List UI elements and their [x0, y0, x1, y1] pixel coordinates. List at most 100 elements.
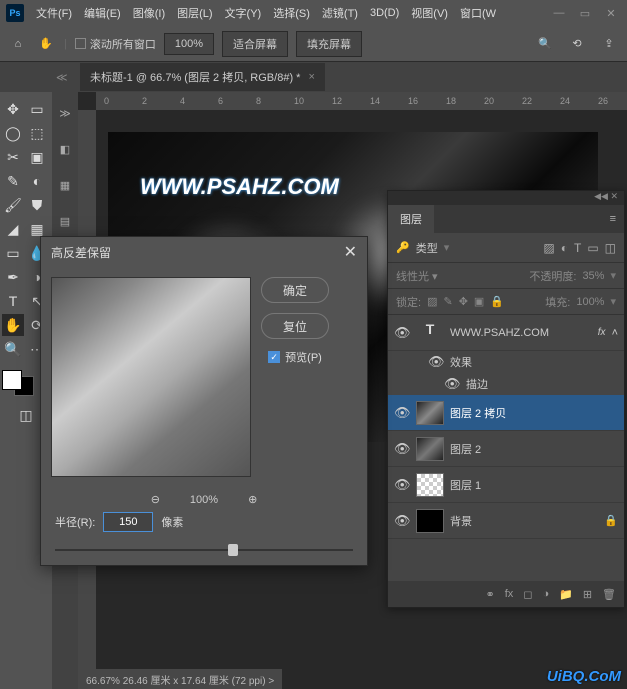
move-tool[interactable]: ✥	[2, 98, 24, 120]
document-title: 未标题-1 @ 66.7% (图层 2 拷贝, RGB/8#) *	[90, 69, 300, 85]
stamp-tool[interactable]: ⛊	[26, 194, 48, 216]
filter-adjust-icon[interactable]: ◐	[561, 241, 568, 255]
fx-stroke-row[interactable]: 👁 描边	[388, 373, 624, 395]
quickmask-icon[interactable]: ◫	[15, 404, 37, 426]
fill-screen-button[interactable]: 填充屏幕	[296, 31, 362, 57]
lock-artboard-icon[interactable]: ▣	[474, 295, 484, 308]
color-swatches[interactable]	[2, 370, 34, 396]
menu-filter[interactable]: 滤镜(T)	[316, 5, 364, 21]
layer-list: 👁 T WWW.PSAHZ.COM fx ˄ 👁 效果 👁 描边 👁 图层 2 …	[388, 315, 624, 539]
maximize-icon[interactable]: ▭	[579, 7, 591, 19]
layer-row[interactable]: 👁 图层 2	[388, 431, 624, 467]
fill-value[interactable]: 100%	[576, 296, 604, 308]
visibility-icon[interactable]: 👁	[394, 477, 410, 493]
menu-select[interactable]: 选择(S)	[267, 5, 316, 21]
visibility-icon[interactable]: 👁	[394, 405, 410, 421]
tab-close-icon[interactable]: ×	[308, 71, 314, 83]
panel-tab-layers[interactable]: 图层	[388, 205, 434, 233]
fill-label: 填充:	[545, 294, 570, 310]
foreground-color[interactable]	[2, 370, 22, 390]
fx-icon[interactable]: fx	[505, 588, 514, 600]
dialog-close-icon[interactable]: ✕	[344, 242, 357, 262]
mask-icon[interactable]: ◻	[523, 588, 532, 601]
kind-select[interactable]: 类型	[416, 240, 438, 256]
zoom-out-icon[interactable]: ⊖	[151, 493, 160, 506]
link-layers-icon[interactable]: ⚭	[486, 588, 495, 601]
delete-icon[interactable]: 🗑	[602, 588, 616, 601]
filter-shape-icon[interactable]: ▭	[587, 241, 598, 255]
blend-mode-select[interactable]: 线性光 ▾	[396, 268, 523, 284]
fit-screen-button[interactable]: 适合屏幕	[222, 31, 288, 57]
visibility-icon[interactable]: 👁	[394, 441, 410, 457]
menu-file[interactable]: 文件(F)	[30, 5, 78, 21]
menu-type[interactable]: 文字(Y)	[219, 5, 268, 21]
menu-layer[interactable]: 图层(L)	[171, 5, 218, 21]
search-icon[interactable]: 🔍	[535, 34, 555, 54]
shape-tool[interactable]: ▭	[2, 242, 24, 264]
menu-view[interactable]: 视图(V)	[405, 5, 454, 21]
layers-icon[interactable]: ▤	[54, 210, 76, 232]
visibility-icon[interactable]: 👁	[394, 513, 410, 529]
close-icon[interactable]: ✕	[605, 7, 617, 19]
marquee-tool[interactable]: ▭	[26, 98, 48, 120]
filter-pixel-icon[interactable]: ▨	[543, 241, 554, 255]
fx-badge[interactable]: fx	[598, 327, 606, 338]
new-layer-icon[interactable]: ⊞	[583, 588, 592, 601]
wand-tool[interactable]: ⬚	[26, 122, 48, 144]
dock-expand-icon[interactable]: ≫	[54, 102, 76, 124]
visibility-icon[interactable]: 👁	[444, 376, 460, 392]
frame-tool[interactable]: ▣	[26, 146, 48, 168]
opacity-value[interactable]: 35%	[582, 270, 604, 282]
filter-smart-icon[interactable]: ◫	[605, 241, 616, 255]
hand-tool[interactable]: ✋	[2, 314, 24, 336]
ok-button[interactable]: 确定	[261, 277, 329, 303]
pen-tool[interactable]: ✒	[2, 266, 24, 288]
share-icon[interactable]: ⇪	[599, 34, 619, 54]
preview-checkbox[interactable]: ✓ 预览(P)	[268, 349, 322, 365]
palette-icon[interactable]: ◧	[54, 138, 76, 160]
panel-collapse-bar[interactable]: ◀◀ ✕	[388, 191, 624, 205]
zoom-tool[interactable]: 🔍	[2, 338, 24, 360]
menu-edit[interactable]: 编辑(E)	[78, 5, 127, 21]
lasso-tool[interactable]: ◯	[2, 122, 24, 144]
menu-window[interactable]: 窗口(W	[454, 5, 502, 21]
visibility-icon[interactable]: 👁	[394, 325, 410, 341]
reset-button[interactable]: 复位	[261, 313, 329, 339]
lock-brush-icon[interactable]: ✎	[443, 295, 452, 308]
layer-row[interactable]: 👁 图层 1	[388, 467, 624, 503]
lock-all-icon[interactable]: 🔒	[490, 295, 504, 308]
crop-tool[interactable]: ✂	[2, 146, 24, 168]
brush-tool[interactable]: 🖌	[2, 194, 24, 216]
tab-prev-icon[interactable]: ≪	[56, 71, 70, 84]
adjustment-icon[interactable]: ◑	[542, 588, 549, 600]
radius-slider[interactable]	[55, 542, 353, 558]
fx-expand-icon[interactable]: ˄	[612, 327, 618, 339]
menu-image[interactable]: 图像(I)	[127, 5, 171, 21]
slider-thumb[interactable]	[228, 544, 238, 556]
heal-tool[interactable]: ◐	[26, 170, 48, 192]
lock-pixel-icon[interactable]: ▨	[427, 295, 437, 308]
type-tool[interactable]: T	[2, 290, 24, 312]
swatches-icon[interactable]: ▦	[54, 174, 76, 196]
filter-type-icon[interactable]: T	[574, 241, 581, 255]
hand-tool-icon[interactable]: ✋	[36, 34, 56, 54]
zoom-value[interactable]: 100%	[164, 33, 214, 55]
radius-input[interactable]	[103, 512, 153, 532]
zoom-in-icon[interactable]: ⊕	[248, 493, 257, 506]
home-icon[interactable]: ⌂	[8, 34, 28, 54]
lock-position-icon[interactable]: ✥	[459, 295, 468, 308]
eraser-tool[interactable]: ◢	[2, 218, 24, 240]
visibility-icon[interactable]: 👁	[428, 354, 444, 370]
fx-effects-row[interactable]: 👁 效果	[388, 351, 624, 373]
scroll-all-checkbox[interactable]: 滚动所有窗口	[75, 36, 156, 52]
layer-row[interactable]: 👁 背景 🔒	[388, 503, 624, 539]
history-icon[interactable]: ⟲	[567, 34, 587, 54]
layer-row[interactable]: 👁 T WWW.PSAHZ.COM fx ˄	[388, 315, 624, 351]
panel-menu-icon[interactable]: ≡	[602, 213, 624, 225]
group-icon[interactable]: 📁	[559, 588, 573, 601]
layer-row[interactable]: 👁 图层 2 拷贝	[388, 395, 624, 431]
menu-3d[interactable]: 3D(D)	[364, 7, 405, 19]
minimize-icon[interactable]: —	[553, 7, 565, 19]
document-tab[interactable]: 未标题-1 @ 66.7% (图层 2 拷贝, RGB/8#) * ×	[80, 63, 325, 91]
eyedropper-tool[interactable]: ✎	[2, 170, 24, 192]
